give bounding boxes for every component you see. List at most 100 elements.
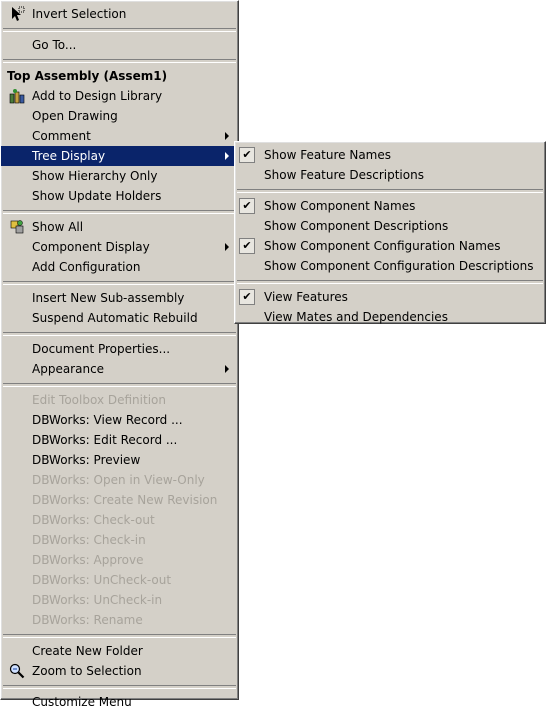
menu-item-label: Add Configuration xyxy=(32,260,141,274)
menu-item-label: Show Feature Names xyxy=(264,148,392,162)
menu-item-label: Show Feature Descriptions xyxy=(264,168,424,182)
design-library-icon xyxy=(9,88,25,104)
menu-separator xyxy=(3,59,236,63)
menu-separator xyxy=(3,332,236,336)
menu-item-label: DBWorks: UnCheck-in xyxy=(32,593,163,607)
menu-item-label: Comment xyxy=(32,129,91,143)
menu-section-header: Top Assembly (Assem1) xyxy=(1,66,238,86)
submenu-arrow-icon xyxy=(225,132,229,140)
menu-item-label: DBWorks: Check-out xyxy=(32,513,155,527)
submenu-arrow-icon xyxy=(225,243,229,251)
menu-item-label: Show Component Configuration Description… xyxy=(264,259,534,273)
show-all-components-icon xyxy=(9,219,25,235)
submenu-item-show-component-descriptions[interactable]: Show Component Descriptions xyxy=(235,216,545,236)
menu-item-go-to[interactable]: Go To... xyxy=(1,35,238,55)
menu-item-dbworks-preview[interactable]: DBWorks: Preview xyxy=(1,450,238,470)
menu-separator xyxy=(3,634,236,638)
menu-item-dbworks-check-in: DBWorks: Check-in xyxy=(1,530,238,550)
menu-item-dbworks-edit-record[interactable]: DBWorks: Edit Record ... xyxy=(1,430,238,450)
menu-item-label: DBWorks: Preview xyxy=(32,453,141,467)
menu-item-label: DBWorks: Approve xyxy=(32,553,144,567)
menu-item-component-display[interactable]: Component Display xyxy=(1,237,238,257)
menu-item-show-update-holders[interactable]: Show Update Holders xyxy=(1,186,238,206)
menu-item-label: DBWorks: Edit Record ... xyxy=(32,433,178,447)
menu-item-label: Show Component Names xyxy=(264,199,416,213)
menu-item-document-properties[interactable]: Document Properties... xyxy=(1,339,238,359)
menu-item-add-to-design-library[interactable]: Add to Design Library xyxy=(1,86,238,106)
menu-item-invert-selection[interactable]: Invert Selection xyxy=(1,4,238,24)
menu-item-label: View Features xyxy=(264,290,348,304)
menu-item-label: Show Hierarchy Only xyxy=(32,169,158,183)
menu-header-label: Top Assembly (Assem1) xyxy=(7,69,168,83)
checkmark-icon: ✔ xyxy=(239,198,255,214)
menu-item-label: Insert New Sub-assembly xyxy=(32,291,185,305)
menu-item-show-all[interactable]: Show All xyxy=(1,217,238,237)
menu-item-appearance[interactable]: Appearance xyxy=(1,359,238,379)
select-cursor-icon xyxy=(9,6,25,22)
zoom-magnifier-icon xyxy=(9,663,25,679)
submenu-item-show-component-names[interactable]: ✔ Show Component Names xyxy=(235,196,545,216)
menu-item-tree-display[interactable]: Tree Display xyxy=(1,146,238,166)
menu-item-label: DBWorks: Rename xyxy=(32,613,143,627)
menu-item-label: Tree Display xyxy=(32,149,106,163)
menu-item-create-new-folder[interactable]: Create New Folder xyxy=(1,641,238,661)
menu-item-label: Customize Menu xyxy=(32,695,132,709)
menu-item-dbworks-approve: DBWorks: Approve xyxy=(1,550,238,570)
menu-item-label: Show Component Descriptions xyxy=(264,219,449,233)
menu-item-label: Component Display xyxy=(32,240,150,254)
menu-item-label: Appearance xyxy=(32,362,105,376)
menu-item-label: Document Properties... xyxy=(32,342,171,356)
checkmark-icon: ✔ xyxy=(239,289,255,305)
menu-item-label: DBWorks: Open in View-Only xyxy=(32,473,205,487)
menu-separator xyxy=(3,383,236,387)
menu-item-label: Go To... xyxy=(32,38,77,52)
menu-item-show-hierarchy-only[interactable]: Show Hierarchy Only xyxy=(1,166,238,186)
menu-item-label: Invert Selection xyxy=(32,7,127,21)
menu-separator xyxy=(3,28,236,32)
submenu-item-show-component-configuration-descriptions[interactable]: Show Component Configuration Description… xyxy=(235,256,545,276)
checkmark-icon: ✔ xyxy=(239,147,255,163)
menu-item-label: DBWorks: View Record ... xyxy=(32,413,183,427)
menu-separator xyxy=(3,685,236,689)
menu-item-label: DBWorks: UnCheck-out xyxy=(32,573,172,587)
menu-item-suspend-automatic-rebuild[interactable]: Suspend Automatic Rebuild xyxy=(1,308,238,328)
menu-item-add-configuration[interactable]: Add Configuration xyxy=(1,257,238,277)
menu-item-label: Suspend Automatic Rebuild xyxy=(32,311,198,325)
menu-item-dbworks-check-out: DBWorks: Check-out xyxy=(1,510,238,530)
menu-item-label: Edit Toolbox Definition xyxy=(32,393,166,407)
menu-item-dbworks-view-record[interactable]: DBWorks: View Record ... xyxy=(1,410,238,430)
menu-item-label: Create New Folder xyxy=(32,644,143,658)
context-menu: Invert Selection Go To... Top Assembly (… xyxy=(0,0,239,709)
menu-separator xyxy=(3,281,236,285)
menu-item-label: View Mates and Dependencies xyxy=(264,310,448,324)
menu-item-dbworks-uncheck-out: DBWorks: UnCheck-out xyxy=(1,570,238,590)
tree-display-submenu: ✔ Show Feature Names Show Feature Descri… xyxy=(234,141,546,324)
submenu-item-show-component-configuration-names[interactable]: ✔ Show Component Configuration Names xyxy=(235,236,545,256)
menu-separator xyxy=(237,189,543,193)
submenu-item-view-mates-and-dependencies[interactable]: View Mates and Dependencies xyxy=(235,307,545,327)
menu-item-label: Zoom to Selection xyxy=(32,664,142,678)
submenu-arrow-icon xyxy=(225,152,229,160)
checkmark-icon: ✔ xyxy=(239,238,255,254)
menu-separator xyxy=(237,280,543,284)
submenu-item-view-features[interactable]: ✔ View Features xyxy=(235,287,545,307)
menu-item-dbworks-rename: DBWorks: Rename xyxy=(1,610,238,630)
submenu-item-show-feature-names[interactable]: ✔ Show Feature Names xyxy=(235,145,545,165)
submenu-item-show-feature-descriptions[interactable]: Show Feature Descriptions xyxy=(235,165,545,185)
menu-item-dbworks-create-new-revision: DBWorks: Create New Revision xyxy=(1,490,238,510)
submenu-arrow-icon xyxy=(225,365,229,373)
menu-item-label: Show Component Configuration Names xyxy=(264,239,501,253)
menu-item-comment[interactable]: Comment xyxy=(1,126,238,146)
menu-item-label: Open Drawing xyxy=(32,109,118,123)
menu-item-label: Show Update Holders xyxy=(32,189,162,203)
menu-item-label: Add to Design Library xyxy=(32,89,163,103)
menu-item-dbworks-uncheck-in: DBWorks: UnCheck-in xyxy=(1,590,238,610)
menu-item-open-drawing[interactable]: Open Drawing xyxy=(1,106,238,126)
menu-item-insert-new-subassembly[interactable]: Insert New Sub-assembly xyxy=(1,288,238,308)
menu-item-label: DBWorks: Create New Revision xyxy=(32,493,218,507)
menu-item-label: DBWorks: Check-in xyxy=(32,533,146,547)
menu-item-customize-menu[interactable]: Customize Menu xyxy=(1,692,238,712)
menu-item-label: Show All xyxy=(32,220,84,234)
menu-item-zoom-to-selection[interactable]: Zoom to Selection xyxy=(1,661,238,681)
menu-separator xyxy=(3,210,236,214)
